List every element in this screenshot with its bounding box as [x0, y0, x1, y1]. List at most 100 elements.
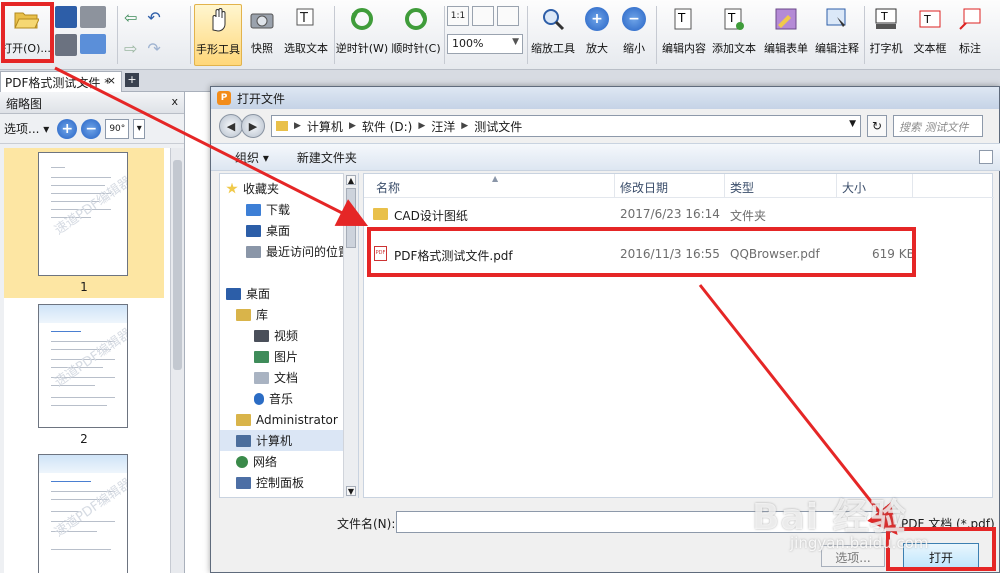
nav-documents[interactable]: 文档: [220, 367, 358, 388]
breadcrumb-folder[interactable]: 测试文件: [474, 118, 522, 135]
nav-control-panel[interactable]: 控制面板: [220, 472, 358, 493]
nav-libraries[interactable]: 库: [220, 304, 358, 325]
view-options-icon[interactable]: [979, 150, 993, 164]
organize-button[interactable]: 组织 ▾: [235, 149, 269, 166]
svg-text:T: T: [677, 11, 686, 25]
page-thumbnail-2[interactable]: 速道PDF编辑器 2: [4, 300, 164, 448]
chevron-down-icon: ▼: [512, 37, 519, 47]
callout-button[interactable]: 标注: [954, 4, 986, 66]
folder-icon: [276, 121, 288, 131]
desktop-icon: [246, 224, 261, 237]
select-text-button[interactable]: T 选取文本: [281, 4, 331, 66]
app-icon: P: [217, 91, 231, 105]
document-tab-title: PDF格式测试文件 *: [5, 76, 111, 90]
zoom-select[interactable]: 100% ▼: [447, 34, 523, 54]
nav-recent[interactable]: 最近访问的位置: [220, 241, 358, 262]
edit-content-button[interactable]: T 编辑内容: [659, 4, 709, 66]
document-tab[interactable]: PDF格式测试文件 * ×: [0, 71, 122, 92]
zoom-in-button[interactable]: + 放大: [582, 4, 612, 66]
fit-width-icon[interactable]: [497, 6, 519, 26]
snapshot-button[interactable]: 快照: [247, 4, 277, 66]
recent-icon: [246, 245, 261, 258]
zoom-out-button[interactable]: − 缩小: [618, 4, 650, 66]
add-text-button[interactable]: T 添加文本: [709, 4, 759, 66]
rotate-ccw-button[interactable]: 逆时针(W): [336, 4, 388, 66]
column-headers: 名称 ▲ 修改日期 类型 大小: [364, 174, 994, 198]
file-name: CAD设计图纸: [394, 209, 468, 223]
fit-page-icon[interactable]: [472, 6, 494, 26]
refresh-icon[interactable]: ↻: [867, 115, 887, 137]
shrink-thumbnail-icon[interactable]: −: [81, 118, 102, 139]
search-input[interactable]: 搜索 测试文件: [893, 115, 983, 137]
scroll-down-icon[interactable]: ▼: [346, 486, 356, 496]
nav-videos[interactable]: 视频: [220, 325, 358, 346]
undo-icon[interactable]: ↶: [147, 8, 160, 27]
nav-desktop[interactable]: 桌面: [220, 220, 358, 241]
save-icon[interactable]: [55, 6, 77, 28]
edit-form-icon: [773, 6, 799, 32]
back-icon[interactable]: ◀: [219, 114, 243, 138]
nav-computer[interactable]: 计算机: [220, 430, 358, 451]
back-icon[interactable]: ⇦: [124, 8, 137, 27]
typewriter-icon: T: [873, 6, 899, 32]
column-type[interactable]: 类型: [730, 179, 754, 196]
search-placeholder: 搜索 测试文件: [899, 121, 969, 134]
new-folder-button[interactable]: 新建文件夹: [297, 149, 357, 166]
forward-icon[interactable]: ⇨: [124, 39, 137, 58]
page-thumbnail-3[interactable]: 速道PDF编辑器: [4, 450, 164, 573]
options-dropdown[interactable]: 选项... ▾: [4, 120, 49, 137]
print-icon[interactable]: [80, 6, 106, 28]
chevron-down-icon[interactable]: ▾: [133, 118, 146, 139]
redo-icon[interactable]: ↷: [147, 39, 160, 58]
zoom-tool-button[interactable]: 缩放工具: [528, 4, 578, 66]
nav-downloads[interactable]: 下载: [220, 199, 358, 220]
thumbnail-watermark: 速道PDF编辑器: [52, 326, 128, 391]
nav-label: 图片: [274, 350, 299, 364]
nav-network[interactable]: 网络: [220, 451, 358, 472]
hand-tool-button[interactable]: 手形工具: [194, 4, 242, 66]
close-tab-icon[interactable]: ×: [107, 74, 116, 87]
rotate-cw-icon: [403, 6, 429, 32]
email-icon[interactable]: [80, 34, 106, 54]
thumbnail-watermark: 速道PDF编辑器: [52, 174, 128, 239]
nav-label: 文档: [274, 371, 299, 385]
nav-label: 控制面板: [256, 476, 305, 490]
file-actions: [55, 6, 106, 56]
options-label: 选项...: [4, 122, 40, 136]
forward-icon[interactable]: ▶: [241, 114, 265, 138]
nav-favorites[interactable]: 收藏夹: [220, 178, 358, 199]
edit-annotation-button[interactable]: 编辑注释: [812, 4, 862, 66]
edit-annotation-icon: [824, 6, 850, 32]
printer-icon[interactable]: [55, 34, 77, 56]
edit-form-button[interactable]: 编辑表单: [761, 4, 811, 66]
nav-music[interactable]: 音乐: [220, 388, 358, 409]
page-thumbnail-1[interactable]: 速道PDF编辑器 1: [4, 148, 164, 298]
new-tab-icon[interactable]: +: [125, 73, 139, 87]
chevron-down-icon[interactable]: ▼: [849, 119, 856, 129]
enlarge-thumbnail-icon[interactable]: +: [57, 118, 78, 139]
typewriter-button[interactable]: T 打字机: [866, 4, 906, 66]
breadcrumb-computer[interactable]: 计算机: [307, 118, 343, 135]
nav-desktop-root[interactable]: 桌面: [220, 283, 358, 304]
close-panel-icon[interactable]: x: [171, 95, 178, 108]
column-size[interactable]: 大小: [842, 179, 866, 196]
dialog-title-bar: P 打开文件: [211, 87, 999, 109]
breadcrumb-drive[interactable]: 软件 (D:): [362, 118, 412, 135]
actual-size-icon[interactable]: 1:1: [447, 6, 469, 26]
thumbnail-scrollbar[interactable]: [170, 148, 184, 573]
highlight-open-button: [1, 2, 54, 63]
file-row-folder[interactable]: CAD设计图纸 2017/6/23 16:14 文件夹: [364, 204, 994, 224]
breadcrumb-user[interactable]: 汪洋: [431, 118, 455, 135]
rotate-cw-label: 顺时针(C): [391, 42, 441, 55]
nav-pictures[interactable]: 图片: [220, 346, 358, 367]
column-name[interactable]: 名称: [376, 179, 400, 196]
nav-scrollbar[interactable]: ▲ ▼: [343, 173, 358, 498]
scroll-up-icon[interactable]: ▲: [346, 175, 356, 185]
address-bar[interactable]: ▶ 计算机 ▶ 软件 (D:) ▶ 汪洋 ▶ 测试文件 ▼: [271, 115, 861, 137]
nav-administrator[interactable]: Administrator: [220, 409, 358, 430]
column-modified[interactable]: 修改日期: [620, 179, 668, 196]
thumbnail-panel-header: 缩略图 x: [0, 92, 184, 114]
rotate-cw-button[interactable]: 顺时针(C): [390, 4, 442, 66]
rotate-page-icon[interactable]: 90°: [105, 118, 130, 139]
textbox-button[interactable]: T 文本框: [908, 4, 952, 66]
